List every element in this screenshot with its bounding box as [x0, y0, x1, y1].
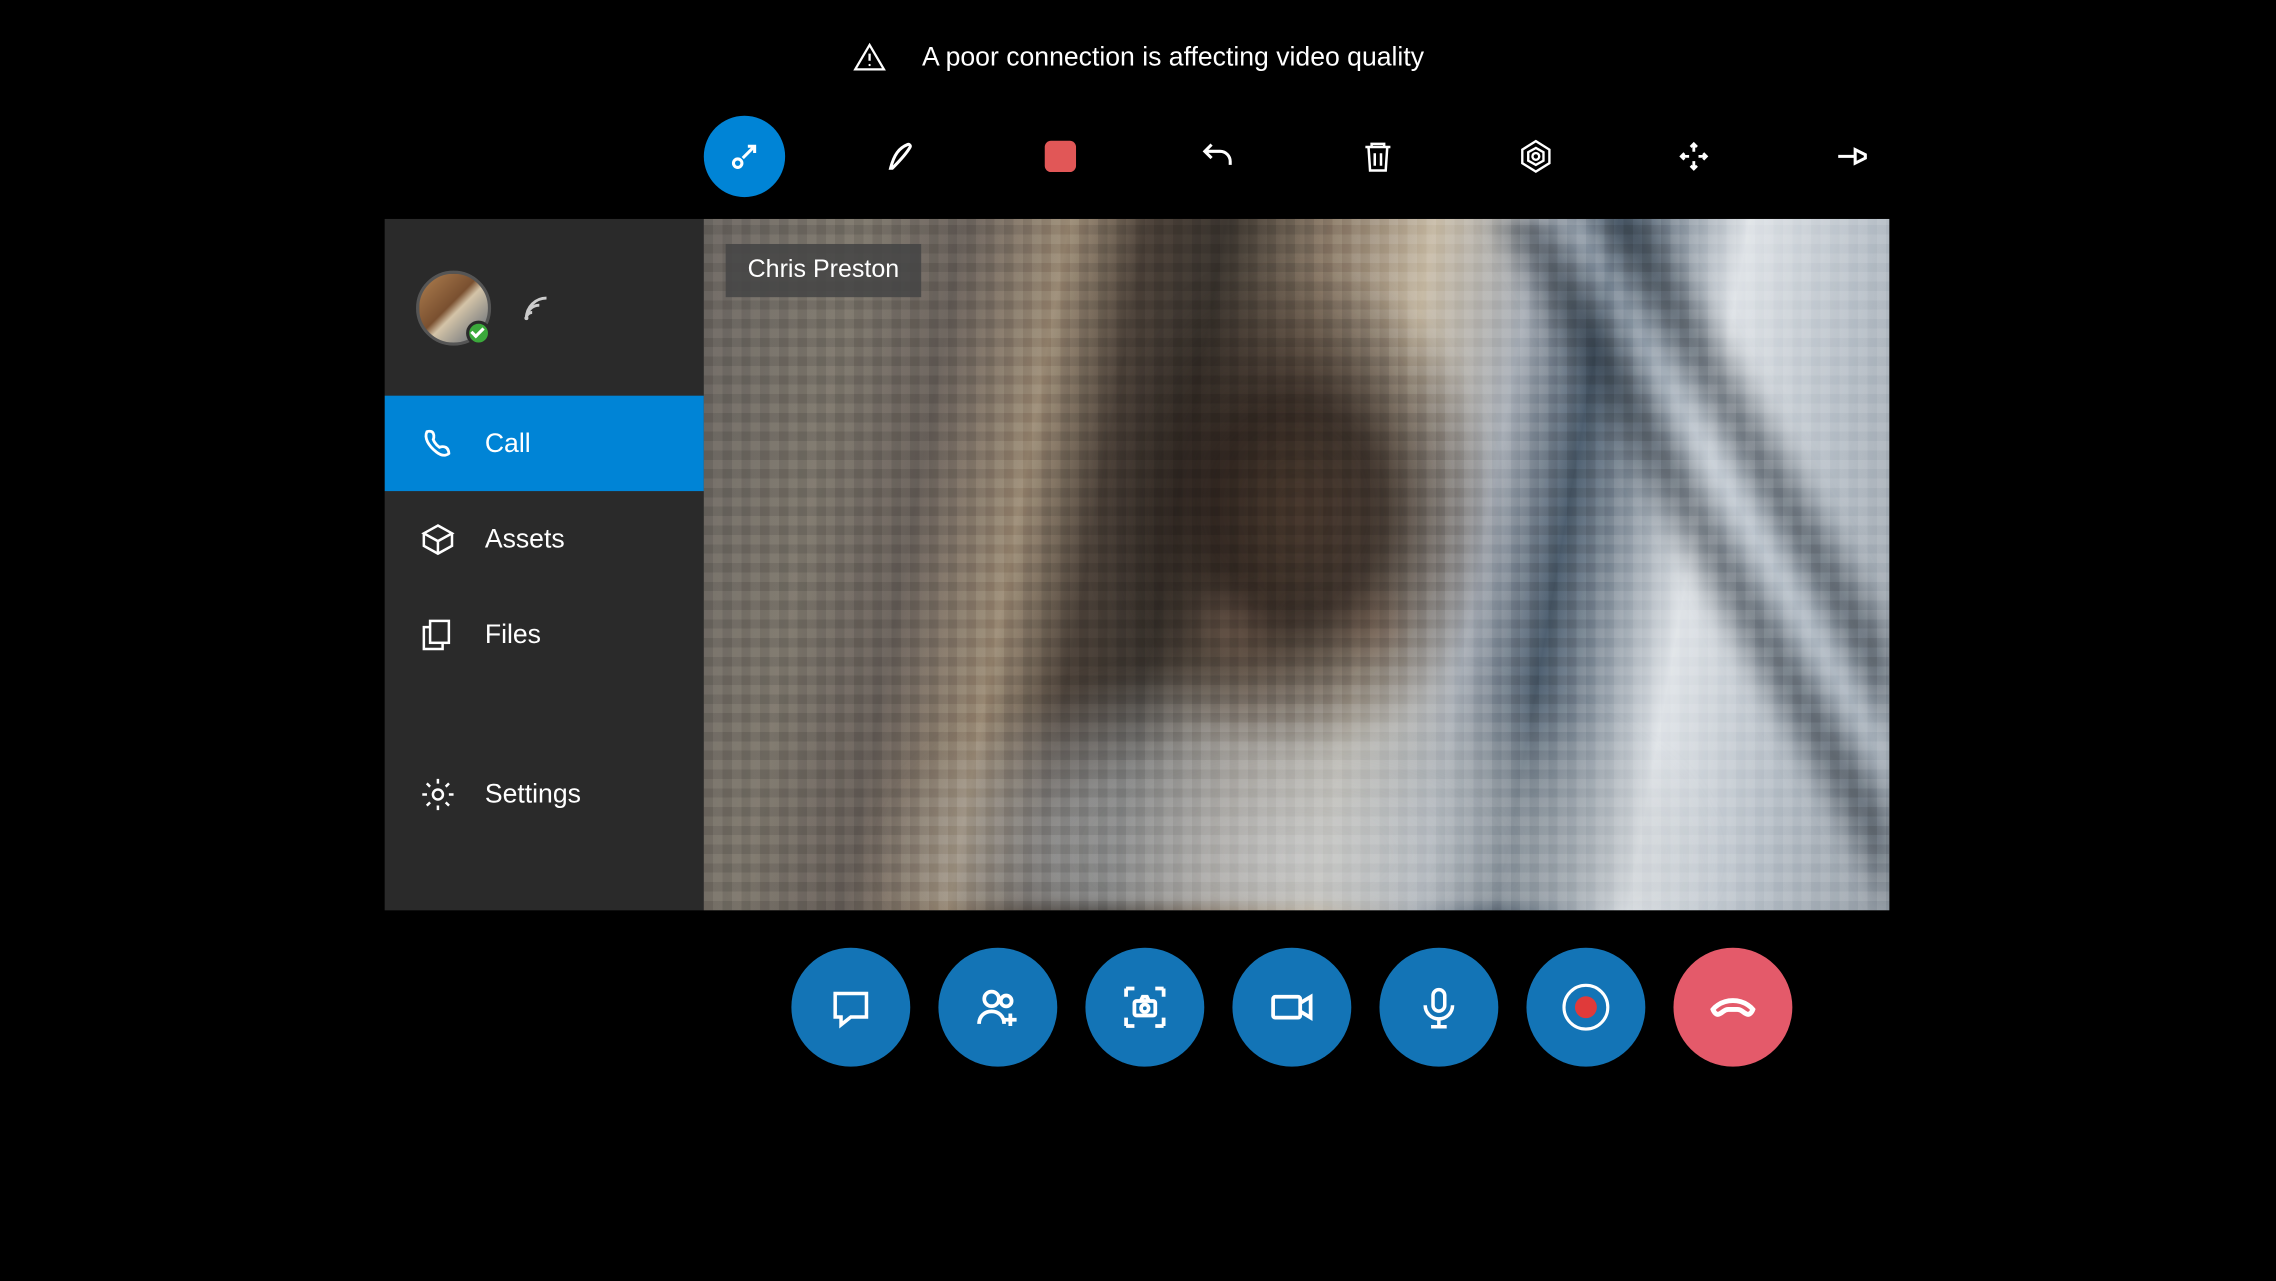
phone-icon [419, 425, 457, 463]
connection-warning-banner: A poor connection is affecting video qua… [0, 41, 2276, 75]
stop-shape-button[interactable] [1020, 116, 1101, 197]
toggle-mic-button[interactable] [1379, 948, 1498, 1067]
sidebar-item-label: Assets [485, 523, 565, 554]
add-participant-button[interactable] [938, 948, 1057, 1067]
sidebar-item-settings[interactable]: Settings [385, 746, 704, 841]
record-icon [1562, 984, 1609, 1031]
record-button[interactable] [1526, 948, 1645, 1067]
toggle-camera-button[interactable] [1232, 948, 1351, 1067]
sidebar-item-assets[interactable]: Assets [385, 491, 704, 586]
call-window: Call Assets [385, 219, 1890, 910]
aperture-button[interactable] [1495, 116, 1576, 197]
expand-button[interactable] [1653, 116, 1734, 197]
sidebar-item-label: Call [485, 428, 531, 459]
sidebar-item-files[interactable]: Files [385, 587, 704, 682]
sidebar-item-label: Settings [485, 778, 581, 809]
box-icon [419, 520, 457, 558]
sidebar-item-label: Files [485, 619, 541, 650]
files-icon [419, 615, 457, 653]
call-control-bar [791, 948, 1792, 1067]
sidebar-header [385, 219, 704, 396]
hang-up-button[interactable] [1673, 948, 1792, 1067]
sidebar-item-call[interactable]: Call [385, 396, 704, 491]
remote-video-feed: Chris Preston [704, 219, 1890, 910]
stop-square-icon [1045, 141, 1076, 172]
sidebar: Call Assets [385, 219, 704, 910]
warning-icon [853, 41, 887, 75]
participant-name-tag: Chris Preston [726, 244, 921, 297]
connection-warning-text: A poor connection is affecting video qua… [922, 42, 1424, 73]
pin-button[interactable] [1811, 116, 1892, 197]
capture-button[interactable] [1085, 948, 1204, 1067]
undo-button[interactable] [1178, 116, 1259, 197]
gear-icon [419, 775, 457, 813]
presence-available-icon [466, 320, 491, 345]
ink-tool-button[interactable] [862, 116, 943, 197]
pointer-tool-button[interactable] [704, 116, 785, 197]
wifi-icon [519, 290, 553, 324]
delete-button[interactable] [1337, 116, 1418, 197]
annotation-toolbar [704, 116, 1893, 197]
chat-button[interactable] [791, 948, 910, 1067]
user-avatar[interactable] [416, 270, 491, 345]
